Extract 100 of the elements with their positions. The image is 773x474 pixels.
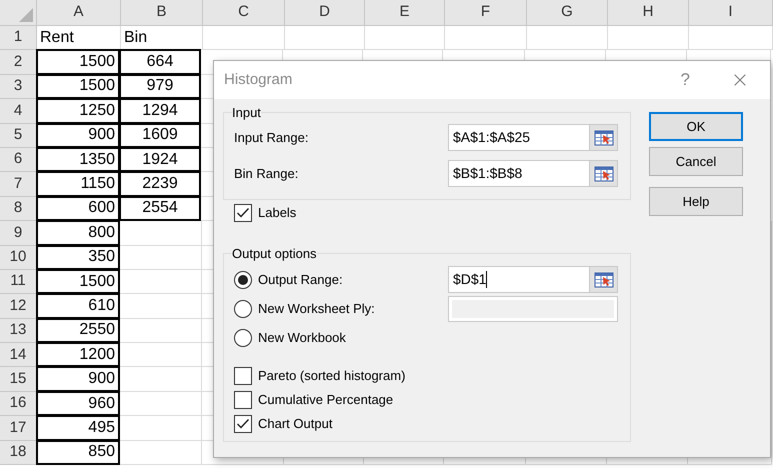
checkbox[interactable] [234,391,252,409]
table-cell[interactable]: 1500 [36,268,120,294]
row-header[interactable]: 8 [0,196,37,222]
row-header[interactable]: 13 [0,318,37,344]
checkbox[interactable] [234,204,252,222]
checkbox-label: Chart Output [258,415,332,434]
column-header[interactable]: B [121,0,203,25]
field-value: $D$1 [453,270,486,289]
radio-button[interactable] [234,328,252,346]
table-cell[interactable]: 350 [36,244,120,270]
table-cell[interactable]: 1609 [119,122,201,148]
table-cell[interactable] [120,440,202,466]
range-field[interactable]: $A$1:$A$25 [448,124,618,151]
table-cell[interactable] [120,416,202,441]
table-cell[interactable]: 900 [36,366,120,392]
table-cell[interactable]: 495 [36,415,120,441]
range-field[interactable]: $D$1 [448,266,618,293]
table-cell[interactable]: 2550 [36,318,120,344]
checkbox-label: Labels [258,204,296,222]
column-header[interactable]: E [365,0,445,25]
table-cell[interactable] [445,26,527,50]
table-cell[interactable] [203,26,285,50]
table-cell[interactable] [285,26,365,50]
table-cell[interactable] [689,26,773,50]
dialog-button[interactable]: Cancel [649,147,743,176]
radio-label: New Workbook [258,328,346,347]
row-header[interactable]: 3 [0,74,37,100]
table-cell[interactable]: 1350 [36,146,120,172]
table-cell[interactable] [120,367,202,392]
select-all-icon[interactable] [19,8,33,22]
table-cell[interactable] [608,26,689,50]
table-cell[interactable]: 1500 [36,49,120,75]
table-cell[interactable]: Rent [37,26,121,50]
table-cell[interactable] [120,294,202,319]
row-header[interactable]: 6 [0,148,37,172]
field-label: Bin Range: [234,164,300,183]
table-cell[interactable]: 900 [36,122,120,148]
row-header[interactable]: 4 [0,99,37,124]
column-header[interactable]: A [37,0,121,25]
row-header[interactable]: 17 [0,416,37,441]
radio-button[interactable] [234,270,252,288]
row-header[interactable]: 1 [0,26,37,50]
table-cell[interactable]: 1150 [36,171,120,197]
table-cell[interactable] [365,26,445,50]
table-cell[interactable] [120,343,202,368]
row-header[interactable]: 9 [0,221,37,246]
row-header[interactable]: 16 [0,392,37,416]
table-cell[interactable]: 850 [36,440,120,466]
checkbox-label: Cumulative Percentage [258,391,394,410]
range-picker-icon [594,166,614,182]
range-picker-icon [594,130,614,146]
row-header[interactable]: 15 [0,367,37,392]
table-cell[interactable] [527,26,608,50]
table-cell[interactable] [120,392,202,416]
row-header[interactable]: 12 [0,294,37,319]
dialog-button[interactable]: Help [649,187,743,216]
row-header[interactable]: 18 [0,440,37,466]
table-cell[interactable] [120,270,202,294]
range-picker-button[interactable] [589,267,617,292]
row-header[interactable]: 11 [0,270,37,294]
table-cell[interactable]: 979 [119,74,201,100]
table-cell[interactable]: 1294 [119,98,201,124]
range-picker-button[interactable] [589,125,617,150]
field-label: Input Range: [234,128,310,147]
row-header[interactable]: 5 [0,124,37,148]
table-cell[interactable] [120,318,202,344]
table-cell[interactable]: 600 [36,196,120,222]
table-cell[interactable]: 2239 [119,171,201,197]
table-cell[interactable]: 2554 [119,196,201,222]
row-header[interactable]: 2 [0,50,37,75]
column-header[interactable]: C [203,0,285,25]
table-cell[interactable]: 960 [36,390,120,416]
row-header[interactable]: 14 [0,343,37,368]
column-header[interactable]: F [445,0,527,25]
table-cell[interactable]: 1500 [36,74,120,100]
row-header[interactable]: 7 [0,172,37,197]
table-cell[interactable]: 800 [36,220,120,246]
window-title: Histogram [224,70,294,90]
column-header[interactable]: H [608,0,689,25]
radio-button[interactable] [234,300,252,318]
column-header[interactable]: D [285,0,365,25]
table-cell[interactable]: Bin [121,26,203,50]
range-field[interactable]: $B$1:$B$8 [448,160,618,187]
table-cell[interactable] [120,246,202,270]
table-cell[interactable]: 1200 [36,342,120,368]
check-icon [236,207,250,219]
checkbox-label: Pareto (sorted histogram) [258,367,406,386]
table-cell[interactable] [120,221,202,246]
row-header[interactable]: 10 [0,246,37,270]
range-picker-button[interactable] [589,161,617,186]
table-cell[interactable]: 1924 [119,146,201,172]
table-cell[interactable]: 664 [119,49,201,75]
checkbox[interactable] [234,415,252,433]
checkbox[interactable] [234,367,252,385]
dialog-button[interactable]: OK [649,112,743,141]
column-header[interactable]: G [527,0,608,25]
table-cell[interactable]: 1250 [36,98,120,124]
table-cell[interactable]: 610 [36,293,120,319]
field-value: $B$1:$B$8 [453,164,522,183]
column-header[interactable]: I [689,0,773,25]
